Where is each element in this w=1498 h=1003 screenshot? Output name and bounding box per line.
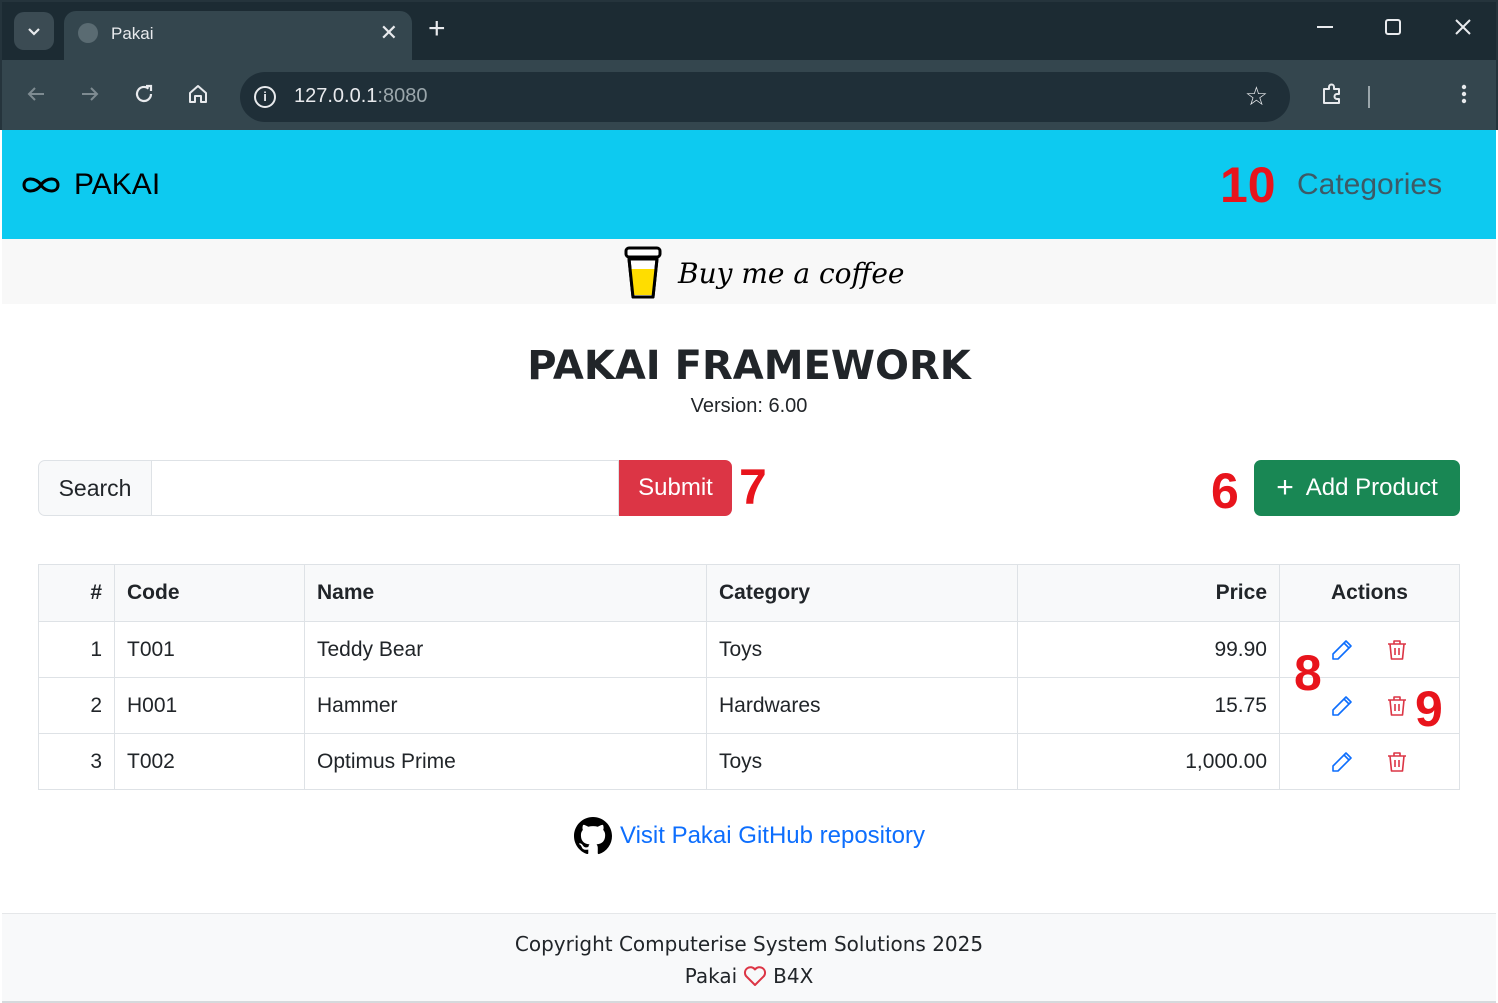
annotation-number: 6 [1211, 463, 1239, 519]
chevron-down-icon [28, 28, 40, 36]
brand-link[interactable]: PAKAI [20, 168, 160, 202]
cell-name: Optimus Prime [304, 733, 707, 790]
browser-tab[interactable]: Pakai ✕ [64, 11, 412, 62]
coffee-cup-icon [624, 246, 662, 299]
search-label: Search [38, 460, 152, 516]
copyright-text: Copyright Computerise System Solutions 2… [514, 932, 984, 956]
forward-arrow-icon[interactable] [76, 80, 104, 108]
footer-left-text: Pakai [684, 964, 738, 988]
globe-icon [78, 23, 98, 43]
github-repository-link[interactable]: Visit Pakai GitHub repository [620, 822, 925, 850]
edit-pencil-icon[interactable] [1330, 638, 1354, 662]
site-info-icon[interactable]: i [254, 86, 276, 108]
footer-right-text: B4X [773, 964, 814, 988]
cell-price: 15.75 [1017, 677, 1280, 734]
annotation-number: 8 [1294, 645, 1322, 701]
close-window-icon[interactable] [1452, 16, 1474, 43]
close-tab-icon[interactable]: ✕ [380, 20, 398, 46]
maximize-icon[interactable] [1382, 16, 1404, 43]
cell-name: Hammer [304, 677, 707, 734]
add-product-button[interactable]: + Add Product [1254, 460, 1460, 516]
bookmark-star-icon[interactable]: ☆ [1245, 83, 1268, 109]
footer: Copyright Computerise System Solutions 2… [2, 913, 1496, 1003]
browser-toolbar: i 127.0.0.1:8080 ☆ [2, 60, 1496, 132]
table-row: 1 T001 Teddy Bear Toys 99.90 [38, 621, 1460, 678]
header-category: Category [706, 564, 1018, 622]
toolbar-separator [1368, 86, 1370, 108]
heart-icon [744, 966, 767, 986]
menu-kebab-icon[interactable] [1450, 80, 1478, 108]
cell-name: Teddy Bear [304, 621, 707, 678]
products-table: # Code Name Category Price Actions 1 T00… [38, 564, 1460, 790]
cell-actions [1279, 733, 1460, 790]
cell-price: 99.90 [1017, 621, 1280, 678]
infinity-icon [22, 177, 60, 193]
delete-trash-icon[interactable] [1385, 638, 1409, 662]
navbar: PAKAI 10 Categories [2, 130, 1496, 239]
browser-window: Pakai ✕ + i 127.0.0.1:8080 ☆ [0, 0, 1498, 132]
cell-category: Toys [706, 621, 1018, 678]
header-num: # [38, 564, 115, 622]
search-input[interactable] [152, 460, 619, 516]
delete-trash-icon[interactable] [1385, 750, 1409, 774]
buy-me-a-coffee-link[interactable]: Buy me a coffee [622, 245, 904, 301]
back-arrow-icon[interactable] [22, 80, 50, 108]
header-actions: Actions [1279, 564, 1460, 622]
cell-num: 1 [38, 621, 115, 678]
delete-trash-icon[interactable] [1385, 694, 1409, 718]
header-name: Name [304, 564, 707, 622]
version-text: Version: 6.00 [690, 395, 808, 417]
table-row: 3 T002 Optimus Prime Toys 1,000.00 [38, 733, 1460, 790]
url-text: 127.0.0.1:8080 [294, 85, 428, 107]
coffee-banner: Buy me a coffee [2, 239, 1496, 304]
edit-pencil-icon[interactable] [1330, 750, 1354, 774]
search-group: Search Submit [38, 460, 732, 516]
cell-code: H001 [114, 677, 305, 734]
home-icon[interactable] [184, 80, 212, 108]
github-link-row: Visit Pakai GitHub repository [574, 817, 925, 855]
cell-price: 1,000.00 [1017, 733, 1280, 790]
extensions-icon[interactable] [1318, 80, 1346, 108]
cell-code: T001 [114, 621, 305, 678]
tab-search-button[interactable] [14, 12, 54, 50]
address-bar[interactable]: i 127.0.0.1:8080 ☆ [240, 72, 1290, 122]
table-header-row: # Code Name Category Price Actions [38, 564, 1460, 622]
cell-num: 3 [38, 733, 115, 790]
categories-link[interactable]: Categories [1297, 168, 1442, 202]
annotation-number: 7 [739, 459, 767, 515]
new-tab-button[interactable]: + [428, 14, 446, 44]
cell-category: Hardwares [706, 677, 1018, 734]
header-code: Code [114, 564, 305, 622]
footer-credit: Pakai B4X [2, 964, 1496, 988]
brand-text: PAKAI [74, 168, 161, 201]
github-icon [574, 817, 612, 855]
submit-button[interactable]: Submit [619, 460, 732, 516]
annotation-number: 9 [1415, 681, 1443, 737]
reload-icon[interactable] [130, 80, 158, 108]
coffee-text: Buy me a coffee [678, 256, 905, 290]
header-price: Price [1017, 564, 1280, 622]
page-title: PAKAI FRAMEWORK [527, 343, 971, 389]
tab-strip: Pakai ✕ + [2, 2, 1496, 62]
page-content: PAKAI 10 Categories Buy me a coffee PAKA… [2, 130, 1496, 1003]
cell-category: Toys [706, 733, 1018, 790]
cell-num: 2 [38, 677, 115, 734]
plus-icon: + [1276, 471, 1294, 504]
minimize-icon[interactable] [1314, 16, 1336, 43]
edit-pencil-icon[interactable] [1330, 694, 1354, 718]
add-product-label: Add Product [1305, 474, 1438, 501]
table-row: 2 H001 Hammer Hardwares 15.75 [38, 677, 1460, 734]
tab-title: Pakai [111, 24, 154, 43]
annotation-number: 10 [1220, 157, 1276, 213]
cell-code: T002 [114, 733, 305, 790]
